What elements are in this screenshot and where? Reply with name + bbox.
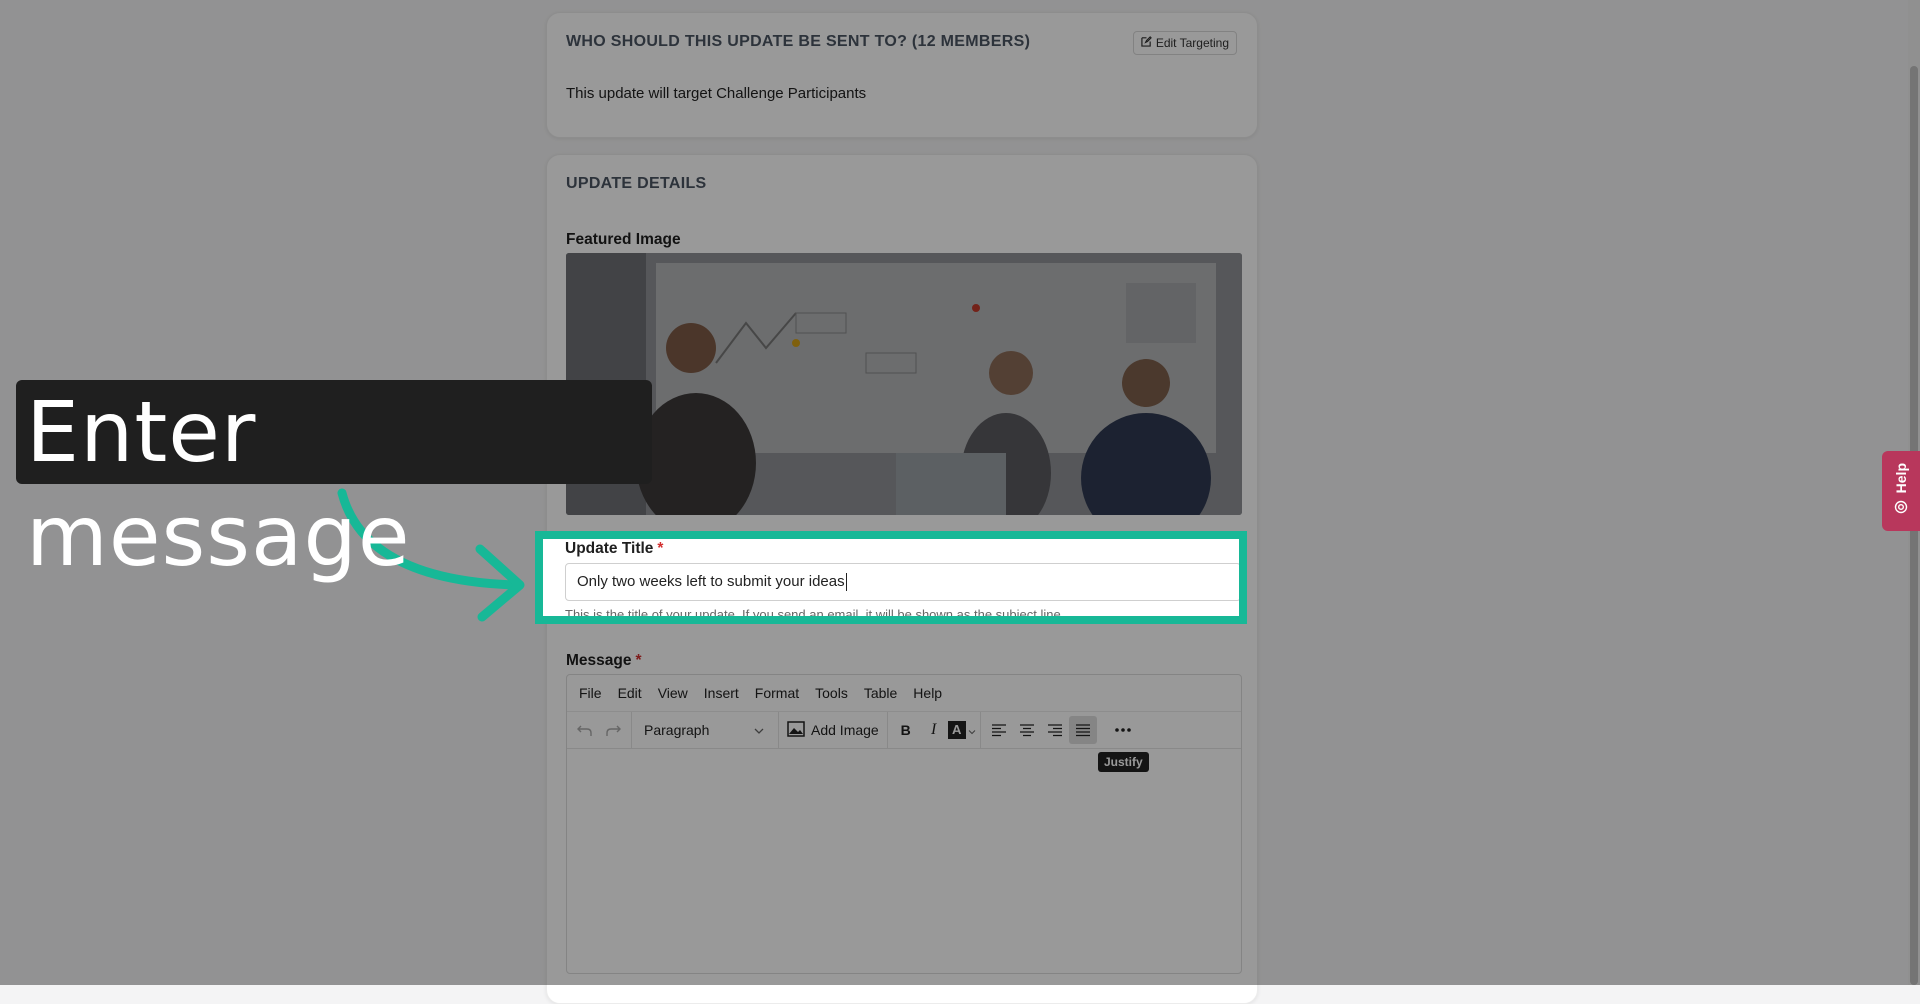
instruction-callout: Enter message — [16, 380, 652, 585]
highlight-frame — [535, 531, 1247, 624]
lifebuoy-icon — [1894, 500, 1908, 519]
help-tab[interactable]: Help — [1882, 451, 1920, 531]
help-label: Help — [1893, 463, 1909, 494]
